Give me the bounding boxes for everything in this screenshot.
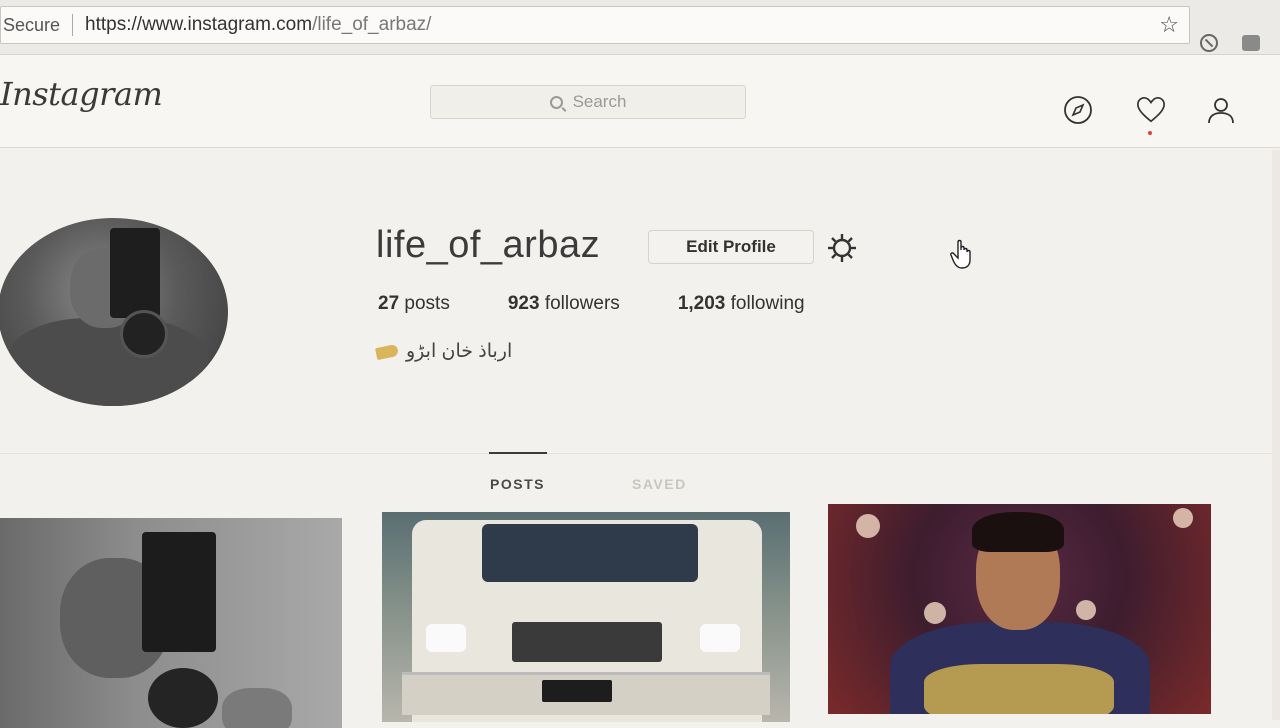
followers-stat[interactable]: 923 followers: [508, 293, 620, 315]
tab-saved[interactable]: SAVED: [632, 476, 687, 492]
profile-stats: 27 posts 923 followers 1,203 following: [378, 293, 863, 315]
url-path: /life_of_arbaz/: [312, 14, 432, 35]
profile-bio: ارباذ خان ابڑو: [374, 340, 513, 363]
posts-stat: 27 posts: [378, 293, 450, 314]
address-bar[interactable]: Secure https://www.instagram.com/life_of…: [0, 6, 1190, 44]
instagram-logo[interactable]: Instagram: [0, 75, 163, 113]
bio-text: ارباذ خان ابڑو: [406, 341, 513, 362]
user-icon[interactable]: [1206, 95, 1236, 125]
tabs-divider: [0, 453, 1280, 454]
tab-posts[interactable]: POSTS: [490, 476, 545, 492]
instagram-header: Instagram Search: [0, 55, 1280, 148]
extension-icon[interactable]: [1242, 35, 1260, 51]
heart-icon[interactable]: [1136, 95, 1166, 125]
profile-username: life_of_arbaz: [376, 224, 601, 266]
search-placeholder: Search: [572, 92, 627, 111]
active-tab-indicator: [489, 452, 547, 454]
pointing-hand-emoji: [374, 343, 400, 360]
url-host: https://www.instagram.com: [85, 14, 313, 35]
browser-toolbar: Secure https://www.instagram.com/life_of…: [0, 0, 1280, 55]
post-thumbnail[interactable]: [382, 512, 790, 722]
secure-label: Secure: [3, 14, 61, 35]
gear-icon[interactable]: [826, 232, 858, 264]
block-extension-icon[interactable]: [1200, 34, 1218, 52]
compass-icon[interactable]: [1063, 95, 1093, 125]
address-separator: [72, 14, 74, 36]
post-thumbnail[interactable]: [828, 504, 1211, 714]
notification-dot: [1148, 131, 1152, 135]
star-icon[interactable]: ☆: [1159, 12, 1179, 38]
post-thumbnail[interactable]: [0, 518, 342, 728]
following-stat[interactable]: 1,203 following: [678, 293, 805, 315]
page-scrollbar[interactable]: [1272, 150, 1280, 720]
edit-profile-button[interactable]: Edit Profile: [648, 230, 814, 264]
avatar[interactable]: [0, 218, 228, 406]
search-icon: [549, 95, 563, 109]
hand-cursor-icon: [950, 238, 976, 270]
search-input[interactable]: Search: [430, 85, 746, 119]
